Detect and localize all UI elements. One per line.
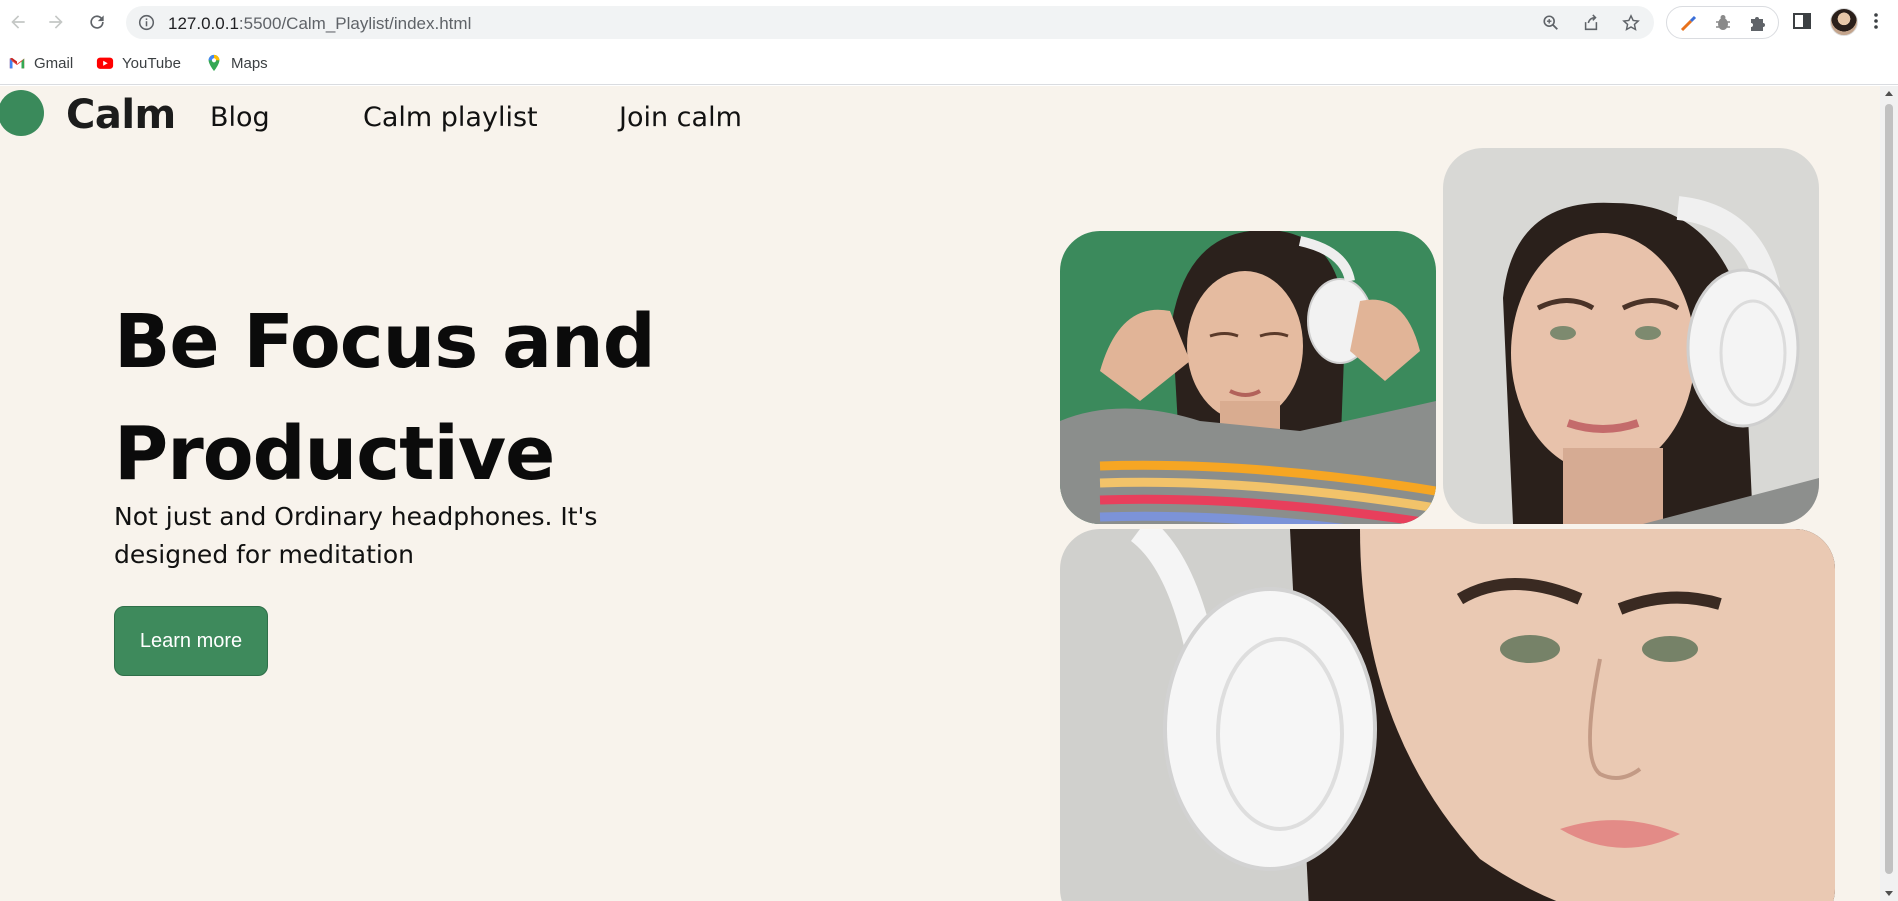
bookmark-label: Maps	[231, 54, 268, 72]
hero-headline: Be Focus and Productive	[114, 286, 734, 510]
hero-image-green-sweater	[1060, 231, 1436, 524]
brand-logo-circle	[0, 90, 44, 136]
page-viewport: Calm Blog Calm playlist Join calm Be Foc…	[0, 86, 1880, 901]
back-icon[interactable]	[6, 10, 30, 34]
forward-icon[interactable]	[44, 10, 68, 34]
side-panel-icon[interactable]	[1792, 11, 1812, 31]
url-text[interactable]: 127.0.0.1:5500/Calm_Playlist/index.html	[168, 14, 471, 34]
youtube-icon	[96, 57, 114, 69]
url-path: :5500/Calm_Playlist/index.html	[238, 14, 472, 33]
bug-extension-icon[interactable]	[1713, 13, 1733, 33]
hero-image-portrait-right	[1443, 148, 1819, 524]
bookmarks-bar: Gmail YouTube Maps	[0, 45, 1898, 85]
scroll-down-arrow-icon[interactable]	[1885, 891, 1893, 896]
page-scrollbar[interactable]	[1880, 86, 1898, 901]
bookmark-maps[interactable]: Maps	[205, 54, 268, 72]
scrollbar-thumb[interactable]	[1885, 104, 1893, 874]
bookmark-star-icon[interactable]	[1622, 14, 1640, 32]
hero-subtitle: Not just and Ordinary headphones. It's d…	[114, 502, 598, 569]
bookmark-youtube[interactable]: YouTube	[96, 54, 181, 72]
nav-link-calm-playlist[interactable]: Calm playlist	[363, 102, 538, 133]
zoom-icon[interactable]	[1542, 14, 1560, 32]
bookmark-label: Gmail	[34, 54, 74, 72]
address-bar[interactable]: 127.0.0.1:5500/Calm_Playlist/index.html	[126, 6, 1654, 39]
extensions-group	[1666, 6, 1779, 39]
reload-icon[interactable]	[85, 10, 109, 34]
puzzle-extensions-icon[interactable]	[1747, 13, 1767, 33]
url-host: 127.0.0.1	[168, 14, 239, 33]
color-picker-extension-icon[interactable]	[1679, 13, 1699, 33]
share-icon[interactable]	[1582, 14, 1600, 32]
hero-image-closeup	[1060, 529, 1835, 901]
brand-name[interactable]: Calm	[66, 92, 176, 138]
gmail-icon	[9, 57, 25, 69]
menu-kebab-icon[interactable]	[1870, 11, 1882, 31]
nav-link-blog[interactable]: Blog	[210, 102, 270, 133]
hero-headline-line-1: Be Focus and	[114, 299, 656, 385]
browser-toolbar: 127.0.0.1:5500/Calm_Playlist/index.html	[0, 0, 1898, 45]
maps-icon	[208, 54, 220, 72]
scroll-up-arrow-icon[interactable]	[1885, 91, 1893, 96]
site-info-icon[interactable]	[138, 14, 155, 31]
profile-avatar[interactable]	[1830, 8, 1858, 36]
nav-link-join-calm[interactable]: Join calm	[619, 102, 742, 133]
bookmark-label: YouTube	[122, 54, 181, 72]
hero-headline-line-2: Productive	[114, 411, 555, 497]
learn-more-button[interactable]: Learn more	[114, 606, 268, 676]
bookmark-gmail[interactable]: Gmail	[8, 54, 73, 72]
